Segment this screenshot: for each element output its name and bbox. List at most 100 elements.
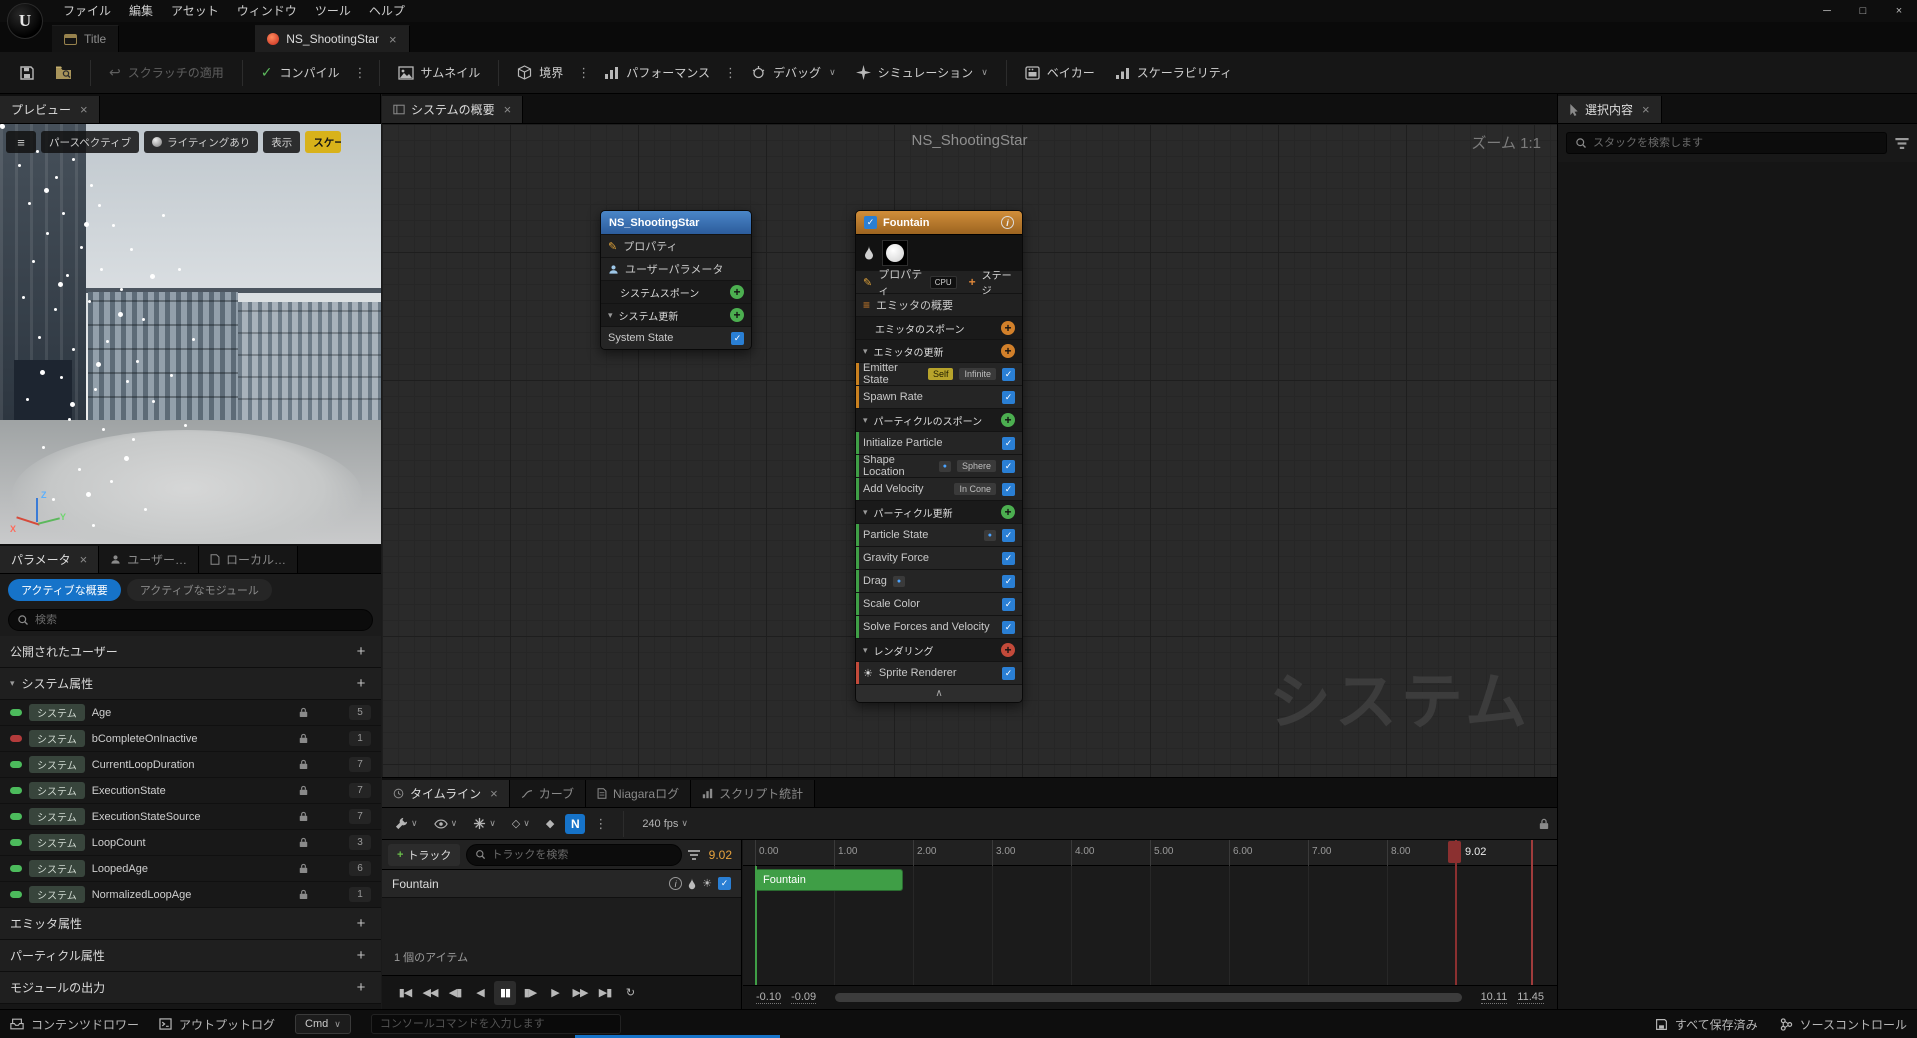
step-back-fast-button[interactable]: ◀◀: [419, 981, 441, 1005]
scalability-button[interactable]: スケーラビリティ: [1106, 57, 1241, 89]
timeline-track-area[interactable]: 0.00 1.00 2.00 3.00 4.00 5.00 6.00 7.00 …: [743, 840, 1557, 1009]
active-overview-button[interactable]: アクティブな概要: [8, 579, 121, 601]
perspective-button[interactable]: パースペクティブ: [41, 131, 140, 153]
module-sprite-renderer[interactable]: ☀ Sprite Renderer ✓: [856, 661, 1022, 684]
view-range-end[interactable]: 11.45: [1517, 991, 1544, 1004]
module-shape-location[interactable]: Shape Location ● Sphere ✓: [856, 454, 1022, 478]
baker-button[interactable]: ベイカー: [1016, 57, 1104, 89]
track-search-box[interactable]: [466, 843, 682, 866]
stack-search-input[interactable]: [1593, 137, 1878, 149]
play-reverse-button[interactable]: ◀: [469, 981, 491, 1005]
timeline-lock-icon[interactable]: [1539, 818, 1549, 830]
emitter-spawn-row[interactable]: エミッタのスポーン +: [856, 316, 1022, 339]
content-drawer-button[interactable]: コンテンツドロワー: [10, 1016, 139, 1033]
fps-dropdown[interactable]: 240 fps ∨: [637, 816, 693, 832]
add-system-attribute-button[interactable]: +: [351, 674, 371, 694]
tab-curves[interactable]: カーブ: [509, 780, 587, 807]
all-saved-button[interactable]: すべて保存済み: [1655, 1016, 1758, 1033]
debug-button[interactable]: デバッグ ∨: [742, 57, 845, 89]
active-modules-button[interactable]: アクティブなモジュール: [126, 579, 272, 601]
menu-tools[interactable]: ツール: [306, 0, 360, 22]
console-command-input[interactable]: [370, 1014, 621, 1034]
parameter-row-age[interactable]: システム Age 5: [0, 700, 381, 726]
section-caret-icon[interactable]: ▾: [10, 678, 15, 689]
track-droplet-icon[interactable]: [688, 877, 696, 890]
system-overview-graph[interactable]: NS_ShootingStar ズーム 1:1 システム NS_Shooting…: [382, 124, 1557, 777]
play-button[interactable]: ▶: [544, 981, 566, 1005]
add-particle-spawn-module-button[interactable]: +: [1001, 413, 1015, 427]
minimize-button[interactable]: ─: [1809, 0, 1845, 22]
module-checkbox[interactable]: ✓: [1002, 528, 1015, 542]
stack-filter-icon[interactable]: [1895, 137, 1909, 149]
performance-options-kebab[interactable]: ⋮: [721, 65, 740, 81]
module-checkbox[interactable]: ✓: [1002, 597, 1015, 611]
stage-caret-icon[interactable]: ▾: [863, 346, 868, 357]
system-node[interactable]: NS_ShootingStar ✎ プロパティ ユーザーパラメータ システムスポ…: [600, 210, 752, 350]
parameter-row-executionstatesource[interactable]: システム ExecutionStateSource 7: [0, 804, 381, 830]
module-solve-forces[interactable]: Solve Forces and Velocity ✓: [856, 615, 1022, 638]
emitter-update-row[interactable]: ▾ エミッタの更新 +: [856, 339, 1022, 362]
module-checkbox[interactable]: ✓: [1002, 390, 1015, 404]
collapse-node-button[interactable]: ∧: [856, 684, 1022, 702]
parameter-row-currentloopduration[interactable]: システム CurrentLoopDuration 7: [0, 752, 381, 778]
step-back-frame-button[interactable]: ◀▮: [444, 981, 466, 1005]
niagara-options-kebab[interactable]: ⋮: [591, 816, 610, 832]
module-checkbox[interactable]: ✓: [1002, 620, 1015, 634]
section-particle-attributes[interactable]: パーティクル属性 +: [0, 940, 381, 972]
module-gravity-force[interactable]: Gravity Force ✓: [856, 546, 1022, 569]
tab-niagara-log[interactable]: Niagaraログ: [586, 780, 692, 807]
add-emitter-spawn-module-button[interactable]: +: [1001, 321, 1015, 335]
system-state-row[interactable]: System State ✓: [601, 326, 751, 349]
save-button[interactable]: [10, 57, 44, 89]
current-time-display[interactable]: 9.02: [709, 848, 732, 862]
tab-timeline[interactable]: タイムライン ×: [382, 780, 510, 807]
parameter-row-executionstate[interactable]: システム ExecutionState 7: [0, 778, 381, 804]
simulation-button[interactable]: シミュレーション ∨: [847, 57, 997, 89]
auto-key-button[interactable]: ◆: [541, 815, 559, 832]
fountain-track-row[interactable]: Fountain i ☀ ✓: [382, 870, 741, 898]
add-particle-update-module-button[interactable]: +: [1001, 505, 1015, 519]
playhead-handle[interactable]: [1448, 841, 1461, 863]
niagara-sequence-toggle[interactable]: N: [565, 813, 586, 834]
track-info-icon[interactable]: i: [669, 877, 683, 890]
menu-file[interactable]: ファイル: [54, 0, 120, 22]
stage-caret-icon[interactable]: ▾: [608, 310, 613, 321]
menu-help[interactable]: ヘルプ: [360, 0, 414, 22]
add-renderer-button[interactable]: +: [1001, 643, 1015, 657]
add-system-update-module-button[interactable]: +: [730, 308, 744, 322]
keyframe-options-button[interactable]: ◇ ∨: [507, 815, 535, 832]
module-checkbox[interactable]: ✓: [1002, 436, 1015, 450]
section-published-users[interactable]: 公開されたユーザー +: [0, 636, 381, 668]
add-track-button[interactable]: + トラック: [388, 843, 461, 866]
thumbnail-button[interactable]: サムネイル: [389, 57, 490, 89]
burst-options-button[interactable]: ∨: [468, 815, 501, 832]
tab-user-parameters[interactable]: ユーザー…: [99, 546, 199, 573]
add-stage-plus-icon[interactable]: +: [969, 275, 976, 289]
system-update-row[interactable]: ▾ システム更新 +: [601, 303, 751, 326]
sprite-thumbnail[interactable]: [882, 239, 908, 266]
bounds-button[interactable]: 境界: [508, 57, 572, 89]
performance-button[interactable]: パフォーマンス: [595, 57, 719, 89]
module-spawn-rate[interactable]: Spawn Rate ✓: [856, 385, 1022, 408]
add-emitter-update-module-button[interactable]: +: [1001, 344, 1015, 358]
module-particle-state[interactable]: Particle State ● ✓: [856, 523, 1022, 546]
particle-spawn-row[interactable]: ▾ パーティクルのスポーン +: [856, 408, 1022, 431]
module-checkbox[interactable]: ✓: [1002, 367, 1015, 381]
tab-close-icon[interactable]: ×: [389, 32, 397, 47]
module-checkbox[interactable]: ✓: [1002, 551, 1015, 565]
visibility-options-button[interactable]: ∨: [429, 816, 463, 831]
maximize-button[interactable]: □: [1845, 0, 1881, 22]
tab-ns-shootingstar[interactable]: NS_ShootingStar ×: [255, 25, 410, 52]
section-system-attributes[interactable]: ▾ システム属性 +: [0, 668, 381, 700]
scalability-warning-button[interactable]: スケー: [305, 131, 342, 153]
jump-to-end-button[interactable]: ▶▮: [594, 981, 616, 1005]
menu-asset[interactable]: アセット: [162, 0, 228, 22]
info-icon[interactable]: i: [1001, 216, 1014, 229]
show-button[interactable]: 表示: [263, 131, 301, 153]
cmd-dropdown[interactable]: Cmd ∨: [295, 1014, 351, 1034]
tab-preview[interactable]: プレビュー ×: [0, 96, 100, 123]
track-renderer-icon[interactable]: ☀: [702, 877, 712, 890]
module-drag[interactable]: Drag ● ✓: [856, 569, 1022, 592]
preview-tab-close-icon[interactable]: ×: [80, 102, 88, 117]
add-published-user-button[interactable]: +: [351, 642, 371, 662]
